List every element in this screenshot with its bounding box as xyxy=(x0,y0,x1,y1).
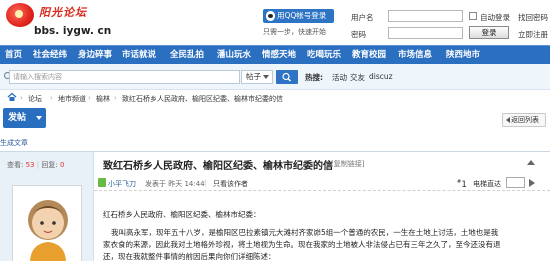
back-to-list-label: 返回列表 xyxy=(511,116,539,124)
auto-login-checkbox[interactable] xyxy=(469,12,477,20)
avatar[interactable] xyxy=(12,185,82,261)
back-to-list-button[interactable]: 返回列表 xyxy=(502,113,546,127)
nav-item-travel[interactable]: 潘山玩水 xyxy=(217,46,251,64)
nav-item-home[interactable]: 首页 xyxy=(5,46,22,64)
home-icon[interactable] xyxy=(7,92,17,102)
avatar-figure-icon xyxy=(28,200,68,261)
nav-item-emotion[interactable]: 情感天地 xyxy=(262,46,296,64)
posted-time: 发表于 昨天 14:44 xyxy=(145,180,205,188)
breadcrumb-item[interactable]: 致红石桥乡人民政府、榆阳区纪委、榆林市纪委的信 xyxy=(122,94,283,104)
thread-stats-bar: 查看: 53 | 回复: 0 xyxy=(0,152,94,175)
register-link[interactable]: 立即注册 xyxy=(518,29,548,40)
site-logo[interactable]: 阳光论坛 bbs. iygw. cn xyxy=(6,2,118,42)
thread: 查看: 53 | 回复: 0 致红石桥乡人民政府、榆阳区纪委、榆林市纪委的信 [… xyxy=(0,151,550,261)
meta-separator: | xyxy=(204,179,207,187)
nav-item-market[interactable]: 市场信息 xyxy=(398,46,432,64)
qq-login-label: 用QQ帐号登录 xyxy=(277,11,327,20)
breadcrumb-separator: › xyxy=(20,94,23,102)
post-line: 红石桥乡人民政府、榆阳区纪委、榆林市纪委： xyxy=(103,210,261,219)
nav-item-local[interactable]: 身边碎事 xyxy=(78,46,112,64)
nav-item-food[interactable]: 吃喝玩乐 xyxy=(307,46,341,64)
search-button[interactable] xyxy=(276,70,298,84)
site-header: 阳光论坛 bbs. iygw. cn 用QQ帐号登录 只需一步，快速开始 用户名… xyxy=(0,0,550,44)
breadcrumb-item[interactable]: 论坛 xyxy=(28,94,42,104)
breadcrumb-separator: › xyxy=(114,94,117,102)
post-line: 家衣食的来源，因此我对土地格外珍视，将土地视为生命。现在我家的土地被人非法侵占已… xyxy=(103,240,501,249)
sun-logo-icon xyxy=(6,3,34,27)
author-column xyxy=(0,175,94,261)
hot-search-link[interactable]: 活动 xyxy=(332,72,347,83)
nav-item-shaanxi[interactable]: 陕西地市 xyxy=(446,46,480,64)
post-body: 红石桥乡人民政府、榆阳区纪委、榆林市纪委： 我叫高永军，现年五十八岁，是榆阳区巴… xyxy=(103,209,543,261)
view-author-only-link[interactable]: 只看该作者 xyxy=(213,179,248,189)
new-post-label: 发帖 xyxy=(8,113,27,123)
search-type-value: 帖子 xyxy=(246,72,261,81)
chevron-down-icon xyxy=(36,116,42,120)
generate-article-link[interactable]: 生成文章 xyxy=(0,138,28,148)
nav-item-society[interactable]: 社会经纬 xyxy=(33,46,67,64)
breadcrumb-separator: › xyxy=(88,94,91,102)
breadcrumb: › 论坛 › 地市频道 › 榆林 › 致红石桥乡人民政府、榆阳区纪委、榆林市纪委… xyxy=(0,91,550,105)
user-online-icon xyxy=(98,178,106,187)
auto-login-label: 自动登录 xyxy=(480,13,510,22)
arrow-left-icon xyxy=(506,117,510,123)
views-label: 查看: xyxy=(7,161,24,169)
replies-label: 回复: xyxy=(41,161,58,169)
post-line: 我叫高永军，现年五十八岁，是榆阳区巴拉素镇元大滩村齐家峁5组一个普通的农民，一生… xyxy=(111,228,499,237)
qq-icon xyxy=(266,11,275,21)
search-input[interactable]: 请输入搜索内容 xyxy=(9,70,240,84)
jump-label: 电梯直达 xyxy=(473,180,501,188)
logo-domain: bbs. iygw. cn xyxy=(34,25,112,37)
floor-value: 1 xyxy=(461,180,467,190)
post-meta-bar: 小平飞刀 发表于 昨天 14:44 | 只看该作者 #1 电梯直达 xyxy=(94,175,550,191)
forgot-password-link[interactable]: 找回密码 xyxy=(518,12,548,23)
main-nav: 首页 社会经纬 身边碎事 市话就说 全民乱拍 潘山玩水 情感天地 吃喝玩乐 教育… xyxy=(0,45,550,64)
copy-link[interactable]: [复制链接] xyxy=(331,159,364,169)
thread-stats: 查看: 53 | 回复: 0 xyxy=(7,161,65,169)
username-input[interactable] xyxy=(388,10,463,22)
breadcrumb-separator: › xyxy=(50,94,53,102)
hot-search-link[interactable]: 交友 xyxy=(350,72,365,83)
author-name[interactable]: 小平飞刀 xyxy=(108,179,136,189)
nav-item-education[interactable]: 教育校园 xyxy=(352,46,386,64)
search-icon xyxy=(282,72,291,82)
jump-go-icon[interactable] xyxy=(529,179,535,187)
logo-title: 阳光论坛 xyxy=(39,6,87,19)
username-label: 用户名 xyxy=(351,13,374,22)
views-count: 53 xyxy=(25,161,35,169)
floor-number: #1 xyxy=(457,179,467,190)
post-line: 还，现在我就整件事情的前因后果向你们详细陈述： xyxy=(103,252,276,261)
thread-title: 致红石桥乡人民政府、榆阳区纪委、榆林市纪委的信 xyxy=(103,161,333,172)
login-button[interactable]: 登录 xyxy=(469,26,509,39)
search-bar: 请输入搜索内容 帖子 热搜: 活动 交友 discuz xyxy=(0,64,550,90)
hot-search-link[interactable]: discuz xyxy=(369,72,393,81)
jump-floor-input[interactable] xyxy=(506,177,525,188)
nav-item-photo[interactable]: 全民乱拍 xyxy=(170,46,204,64)
chevron-up-icon[interactable] xyxy=(527,160,535,165)
search-type-select[interactable]: 帖子 xyxy=(241,70,273,84)
chevron-down-icon xyxy=(263,75,269,79)
qq-login-button[interactable]: 用QQ帐号登录 xyxy=(263,9,334,23)
nav-item-talk[interactable]: 市话就说 xyxy=(122,46,156,64)
password-label: 密码 xyxy=(351,30,366,39)
new-post-button[interactable]: 发帖 xyxy=(3,108,46,128)
breadcrumb-item[interactable]: 榆林 xyxy=(96,94,110,104)
qq-login-note: 只需一步，快速开始 xyxy=(263,28,326,36)
hot-search-label: 热搜: xyxy=(305,73,323,82)
password-input[interactable] xyxy=(388,27,463,39)
breadcrumb-item[interactable]: 地市频道 xyxy=(58,94,86,104)
replies-count: 0 xyxy=(59,161,65,169)
